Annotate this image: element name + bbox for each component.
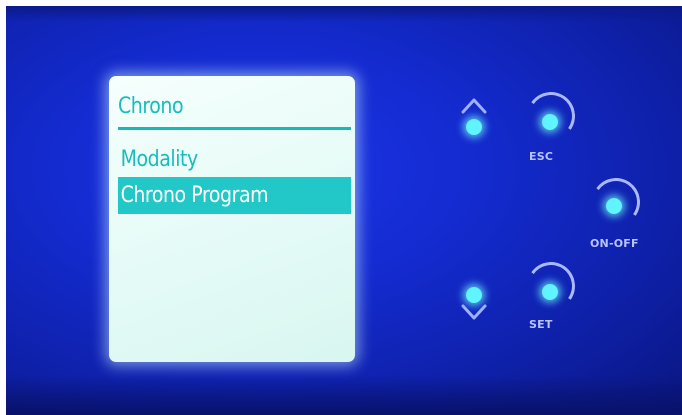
menu-item-label: Modality (120, 147, 199, 172)
screen-title: Chrono (118, 94, 184, 119)
set-led-dot (542, 284, 558, 300)
menu-item-label: Chrono Program (120, 183, 269, 208)
onoff-led-dot (606, 198, 622, 214)
title-divider (118, 127, 351, 130)
panel-top-edge (6, 6, 682, 22)
panel-bottom-edge (6, 375, 682, 415)
lcd-display: Chrono Modality Chrono Program (109, 76, 355, 362)
esc-led-dot (542, 114, 558, 130)
chevron-down-icon (461, 304, 487, 330)
esc-label: ESC (529, 150, 554, 163)
menu-item-chrono-program[interactable]: Chrono Program (118, 177, 351, 214)
screenshot-frame: Chrono Modality Chrono Program ESC ON-OF… (0, 0, 682, 415)
menu-item-modality[interactable]: Modality (118, 141, 351, 178)
down-led-dot (466, 287, 482, 303)
set-label: SET (529, 318, 553, 331)
onoff-label: ON-OFF (590, 237, 639, 250)
up-led-dot (466, 119, 482, 135)
